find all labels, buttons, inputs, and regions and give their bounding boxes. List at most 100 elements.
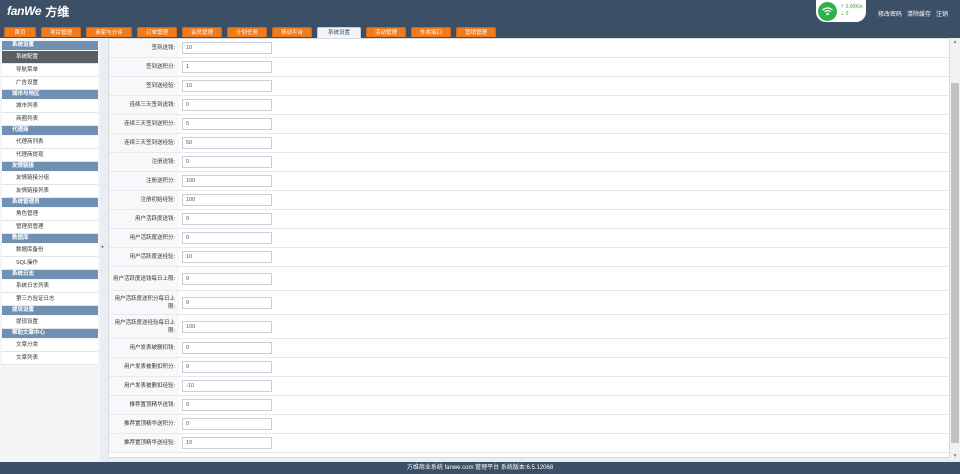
logo-mark: fanWe: [7, 4, 42, 18]
field-input[interactable]: [182, 380, 272, 392]
field-input[interactable]: [182, 251, 272, 263]
sidebar-group-title[interactable]: 帮助文章中心: [2, 329, 98, 338]
top-link[interactable]: 注销: [936, 9, 948, 18]
field-cell: [179, 172, 949, 190]
sidebar-group-title[interactable]: 代理商: [2, 126, 98, 135]
nav-tab[interactable]: 营销管理: [456, 27, 496, 37]
field-label: 推荐置顶精华送经验:: [109, 434, 179, 452]
field-input[interactable]: [182, 118, 272, 130]
network-monitor: ⇡ 0.00K/s ⇣ 0: [816, 0, 866, 22]
nav-tab[interactable]: 商家与分评: [86, 27, 132, 37]
nav-tab[interactable]: 会员管理: [182, 27, 222, 37]
form-row: 签到送积分:: [109, 58, 949, 77]
field-input[interactable]: [182, 342, 272, 354]
sidebar: 系统设置 系统配置 导航菜单 广告设置 城市与地区 城市列表 商圈列表 代理商 代理商列表 代理商…: [0, 38, 100, 462]
sidebar-group-title[interactable]: 系统日志: [2, 270, 98, 279]
sidebar-item[interactable]: 友情链接分组: [2, 172, 98, 185]
sidebar-group-title[interactable]: 系统设置: [2, 41, 98, 50]
field-input[interactable]: [182, 80, 272, 92]
field-input[interactable]: [182, 194, 272, 206]
sidebar-item[interactable]: 提现设置: [2, 316, 98, 329]
field-label: 连续三天签到送钱:: [109, 96, 179, 114]
nav-tab[interactable]: 移动平台: [272, 27, 312, 37]
nav-tab[interactable]: 活动管理: [366, 27, 406, 37]
field-input[interactable]: [182, 296, 272, 309]
field-cell: [179, 358, 949, 376]
field-input[interactable]: [182, 175, 272, 187]
nav-tab[interactable]: 首页: [4, 27, 36, 37]
scroll-down-arrow[interactable]: ▼: [950, 452, 960, 460]
form-row: 用户发表被删扣经验:: [109, 377, 949, 396]
nav-tab[interactable]: 计划任务: [227, 27, 267, 37]
sidebar-group-title[interactable]: 提现设置: [2, 306, 98, 315]
sidebar-item[interactable]: 广告设置: [2, 77, 98, 90]
field-cell: [179, 377, 949, 395]
field-input[interactable]: [182, 399, 272, 411]
top-link[interactable]: 清除缓存: [907, 9, 931, 18]
footer: 方维商业系统 fanwe.com 管理平台 系统版本:6.5.12068: [0, 462, 960, 474]
field-input[interactable]: [182, 213, 272, 225]
field-input[interactable]: [182, 42, 272, 54]
field-label: 签到送经验:: [109, 77, 179, 95]
field-label: 用户发表被删扣积分:: [109, 358, 179, 376]
sidebar-group-title[interactable]: 系统管理员: [2, 198, 98, 207]
sidebar-item[interactable]: 管理员管理: [2, 221, 98, 234]
sidebar-item[interactable]: 第三方验证日志: [2, 293, 98, 306]
form-row: 用户活跃度送经验每日上限:: [109, 315, 949, 339]
scroll-thumb[interactable]: [951, 83, 959, 443]
sidebar-item[interactable]: 文章分类: [2, 339, 98, 352]
nav-tab[interactable]: 项目管理: [41, 27, 81, 37]
sidebar-item[interactable]: 数据库备份: [2, 244, 98, 257]
nav-tab[interactable]: 订单管理: [137, 27, 177, 37]
field-cell: [179, 229, 949, 247]
field-input[interactable]: [182, 320, 272, 333]
field-cell: [179, 134, 949, 152]
top-link[interactable]: 修改密码: [878, 9, 902, 18]
form-row: 连续三天签到送经验:: [109, 134, 949, 153]
field-input[interactable]: [182, 232, 272, 244]
field-input[interactable]: [182, 156, 272, 168]
form-row: 签到送钱:: [109, 39, 949, 58]
field-label: 用户活跃度送经验每日上限:: [109, 315, 179, 338]
field-cell: [179, 396, 949, 414]
sidebar-item[interactable]: 导航菜单: [2, 64, 98, 77]
form-row: 用户活跃度送积分:: [109, 229, 949, 248]
field-cell: [179, 210, 949, 228]
sidebar-item[interactable]: 商圈列表: [2, 113, 98, 126]
sidebar-item[interactable]: 系统配置: [2, 51, 98, 64]
sidebar-group-title[interactable]: 友情链接: [2, 162, 98, 171]
nav-tab[interactable]: 外发接口: [411, 27, 451, 37]
field-label: 用户活跃度送钱每日上限:: [109, 267, 179, 290]
net-speed: 0.00K/s: [845, 4, 863, 10]
field-cell: [179, 415, 949, 433]
sidebar-group-title[interactable]: 数据库: [2, 234, 98, 243]
sidebar-item[interactable]: 代理商提现: [2, 149, 98, 162]
sidebar-item[interactable]: 系统日志列表: [2, 280, 98, 293]
scroll-up-arrow[interactable]: ▲: [950, 38, 960, 46]
field-input[interactable]: [182, 61, 272, 73]
form-row: 用户发表被删扣钱:: [109, 339, 949, 358]
field-input[interactable]: [182, 361, 272, 373]
field-label: 签到送积分:: [109, 58, 179, 76]
field-input[interactable]: [182, 272, 272, 285]
sidebar-item[interactable]: 文章列表: [2, 352, 98, 365]
sidebar-collapse-handle[interactable]: ◂: [100, 243, 104, 251]
sidebar-item[interactable]: SQL操作: [2, 257, 98, 270]
sidebar-group-title[interactable]: 城市与地区: [2, 90, 98, 99]
field-cell: [179, 267, 949, 290]
top-links: 修改密码 清除缓存 注销: [878, 9, 948, 18]
page-scrollbar[interactable]: ▲ ▼: [950, 38, 960, 460]
download-count: ⇣ 0: [840, 11, 849, 17]
sidebar-item[interactable]: 代理商列表: [2, 136, 98, 149]
nav-tab[interactable]: 系统设置: [317, 27, 361, 38]
form-row: 注册送积分:: [109, 172, 949, 191]
sidebar-item[interactable]: 友情链接列表: [2, 185, 98, 198]
sidebar-item[interactable]: 角色管理: [2, 208, 98, 221]
field-input[interactable]: [182, 99, 272, 111]
field-input[interactable]: [182, 437, 272, 449]
field-input[interactable]: [182, 137, 272, 149]
field-cell: [179, 58, 949, 76]
field-input[interactable]: [182, 418, 272, 430]
sidebar-item[interactable]: 城市列表: [2, 100, 98, 113]
field-cell: [179, 115, 949, 133]
